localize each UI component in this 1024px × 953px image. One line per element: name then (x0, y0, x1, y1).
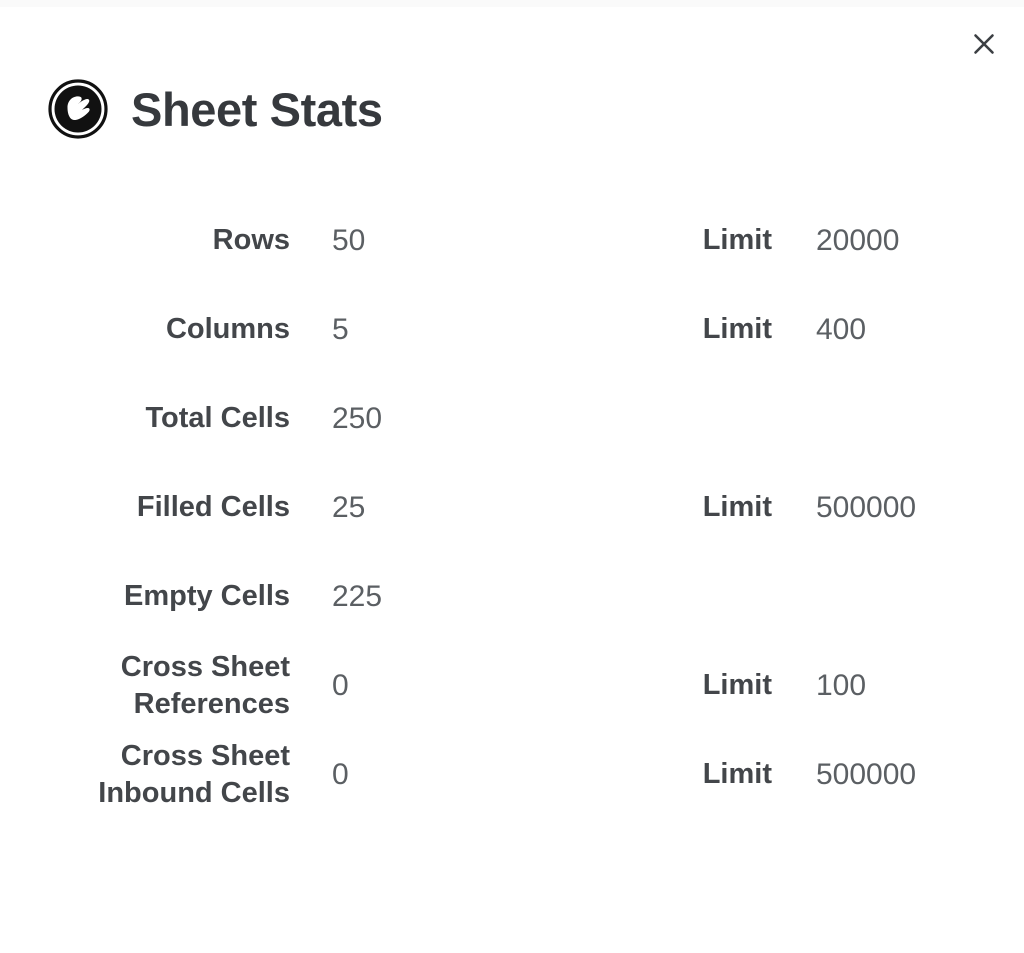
sheet-stats-dialog: Sheet Stats Rows 50 Limit 20000 Columns … (0, 0, 1024, 953)
stat-limit-label: Limit (702, 491, 772, 524)
stat-limit-value: 100 (816, 668, 867, 702)
stat-label: Empty Cells (124, 579, 290, 612)
table-row: Cross Sheet References 0 Limit 100 (0, 641, 1024, 730)
dialog-header: Sheet Stats (47, 78, 383, 140)
stat-label: Total Cells (145, 401, 291, 434)
stat-value: 50 (332, 223, 366, 257)
stats-table: Rows 50 Limit 20000 Columns 5 Limit 400 … (0, 196, 1024, 819)
stat-value: 0 (332, 668, 349, 702)
stat-limit-label: Limit (702, 224, 772, 257)
table-row: Total Cells 250 (0, 374, 1024, 463)
stat-label: Cross Sheet Inbound Cells (98, 739, 290, 809)
close-dialog-button[interactable] (962, 22, 1006, 66)
stat-limit-value: 400 (816, 312, 867, 346)
table-row: Rows 50 Limit 20000 (0, 196, 1024, 285)
table-row: Columns 5 Limit 400 (0, 285, 1024, 374)
stat-label: Rows (212, 223, 290, 256)
stat-label: Cross Sheet References (120, 650, 290, 720)
stat-limit-value: 500000 (816, 490, 917, 524)
stat-label: Filled Cells (136, 490, 290, 523)
stat-limit-value: 500000 (816, 757, 917, 791)
stat-label: Columns (165, 312, 290, 345)
stat-value: 225 (332, 579, 383, 613)
stat-limit-label: Limit (702, 758, 772, 791)
stat-value: 0 (332, 757, 349, 791)
stat-limit-label: Limit (702, 669, 772, 702)
table-row: Empty Cells 225 (0, 552, 1024, 641)
close-icon (971, 31, 997, 57)
stat-limit-label: Limit (702, 313, 772, 346)
table-row: Cross Sheet Inbound Cells 0 Limit 500000 (0, 730, 1024, 819)
stat-value: 25 (332, 490, 366, 524)
stat-value: 5 (332, 312, 349, 346)
stat-value: 250 (332, 401, 383, 435)
table-row: Filled Cells 25 Limit 500000 (0, 463, 1024, 552)
page-title: Sheet Stats (131, 82, 383, 136)
sheet-stats-logo-icon (47, 78, 109, 140)
stat-limit-value: 20000 (816, 223, 900, 257)
